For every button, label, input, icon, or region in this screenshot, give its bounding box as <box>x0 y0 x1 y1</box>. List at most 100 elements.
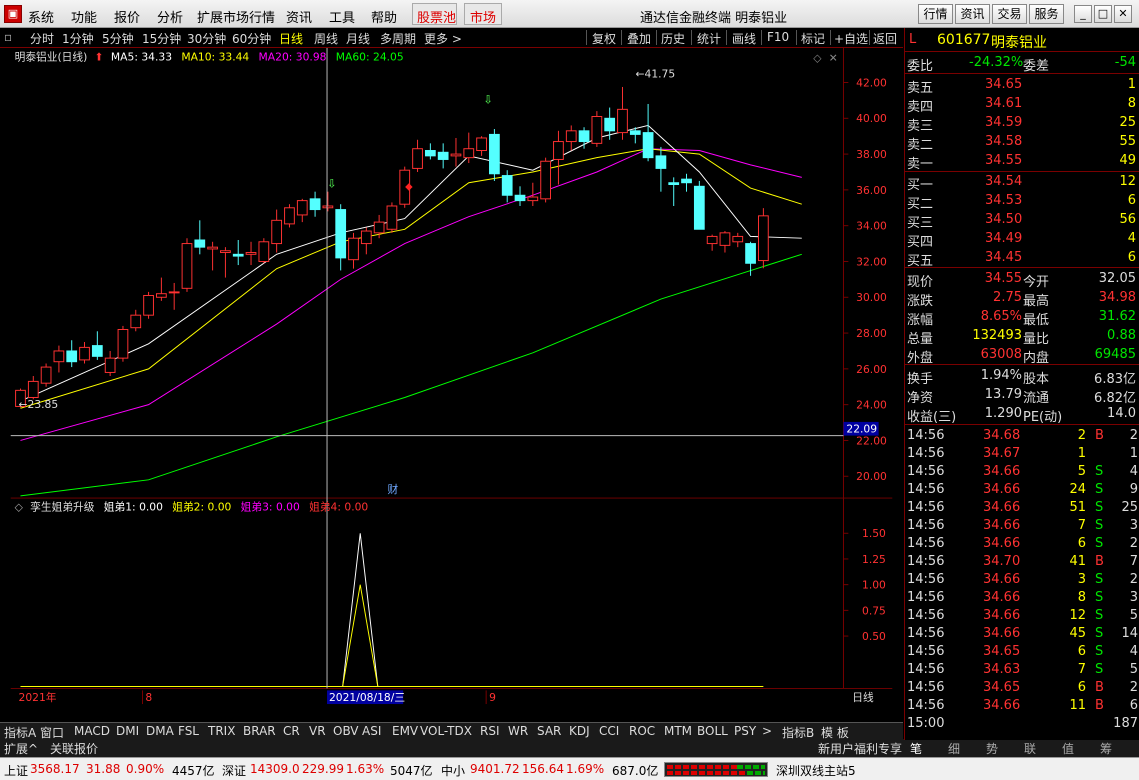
price-tick-label: 28.00 <box>856 327 887 340</box>
action-history[interactable]: 历史 <box>661 30 685 47</box>
menu-analysis[interactable]: 分析 <box>157 7 183 26</box>
action-draw[interactable]: 画线 <box>732 30 756 47</box>
indicator-tab[interactable]: EMV <box>392 724 418 738</box>
action-stats[interactable]: 统计 <box>697 30 721 47</box>
order-volume: 4 <box>1127 231 1136 246</box>
period-5min[interactable]: 5分钟 <box>102 30 134 47</box>
indicator-tab[interactable]: DMA <box>146 724 174 738</box>
menu-quote[interactable]: 报价 <box>114 7 140 26</box>
kline-chart[interactable]: 42.00 40.00 38.00 36.00 34.00 32.00 30.00 28.00… <box>0 48 903 706</box>
diamond-icon[interactable]: ◇ <box>813 52 822 65</box>
indicator-tab[interactable]: ROC <box>629 724 655 738</box>
indicator-tab[interactable]: CCI <box>599 724 619 738</box>
candle <box>565 125 577 151</box>
period-multi[interactable]: 多周期 <box>380 30 416 47</box>
indicator-tab[interactable]: MTM <box>664 724 692 738</box>
indicator-gear-icon[interactable]: ◇ <box>15 501 24 514</box>
detail-tab[interactable]: 值 <box>1062 740 1074 757</box>
detail-tab[interactable]: 笔 <box>910 740 922 757</box>
indicator-tab[interactable]: RSI <box>480 724 500 738</box>
maximize-icon[interactable]: □ <box>1094 5 1112 23</box>
indicator-tab[interactable]: PSY <box>734 724 756 738</box>
panel-close-icon[interactable]: ✕ <box>829 52 838 65</box>
period-30min[interactable]: 30分钟 <box>187 30 226 47</box>
related-quote[interactable]: 关联报价 <box>50 740 98 757</box>
candle <box>220 247 231 278</box>
indicator-tab[interactable]: FSL <box>178 724 199 738</box>
indicator-tab[interactable]: WR <box>508 724 528 738</box>
indicator-tab[interactable]: ASI <box>362 724 381 738</box>
action-f10[interactable]: F10 <box>767 30 789 44</box>
menu-system[interactable]: 系统 <box>28 7 54 26</box>
candle <box>604 107 616 140</box>
indicator-tab[interactable]: TRIX <box>208 724 235 738</box>
bids-row[interactable]: 买三 34.50 56 <box>905 211 1139 231</box>
indicator-tab[interactable]: KDJ <box>569 724 590 738</box>
period-intraday[interactable]: 分时 <box>30 30 54 47</box>
indicator-tab[interactable]: VR <box>309 724 326 738</box>
quote-button[interactable]: 行情 <box>918 4 953 24</box>
new-user-promo[interactable]: 新用户福利专享 <box>818 740 902 757</box>
action-mark[interactable]: 标记 <box>801 30 825 47</box>
asks-row[interactable]: 卖三 34.59 25 <box>905 114 1139 134</box>
detail-tab[interactable]: 势 <box>986 740 998 757</box>
period-60min[interactable]: 60分钟 <box>232 30 271 47</box>
period-monthly[interactable]: 月线 <box>346 30 370 47</box>
action-adjust[interactable]: 复权 <box>592 30 616 47</box>
period-weekly[interactable]: 周线 <box>314 30 338 47</box>
menu-ext-market[interactable]: 扩展市场行情 <box>197 7 275 26</box>
minimize-icon[interactable]: _ <box>1074 5 1092 23</box>
indicator-tab[interactable]: BOLL <box>697 724 728 738</box>
indicator-tab[interactable]: BRAR <box>243 724 276 738</box>
indicator-tick-label: 0.75 <box>862 604 886 617</box>
detail-tab[interactable]: 筹 <box>1100 740 1112 757</box>
indicator-tab[interactable]: > <box>762 724 772 738</box>
bids-row[interactable]: 买二 34.53 6 <box>905 192 1139 212</box>
period-daily[interactable]: 日线 <box>279 30 303 47</box>
bids-row[interactable]: 买四 34.49 4 <box>905 230 1139 250</box>
action-add-watchlist[interactable]: +自选 <box>834 30 868 47</box>
asks-row[interactable]: 卖四 34.61 8 <box>905 95 1139 115</box>
asks-row[interactable]: 卖二 34.58 55 <box>905 133 1139 153</box>
menu-stock-pool[interactable]: 股票池 <box>417 7 456 26</box>
menu-market[interactable]: 市场 <box>470 7 496 26</box>
candle <box>489 129 500 181</box>
menu-news[interactable]: 资讯 <box>286 7 312 26</box>
service-button[interactable]: 服务 <box>1029 4 1064 24</box>
news-button[interactable]: 资讯 <box>955 4 990 24</box>
period-1min[interactable]: 1分钟 <box>62 30 94 47</box>
candle-body <box>450 153 462 157</box>
indicator-tab[interactable]: OBV <box>333 724 359 738</box>
action-overlay[interactable]: 叠加 <box>627 30 651 47</box>
ext-toggle[interactable]: 扩展^ <box>4 740 38 757</box>
candle <box>732 232 744 248</box>
candle <box>271 209 283 253</box>
action-back[interactable]: 返回 <box>873 30 897 47</box>
indicator-tab[interactable]: SAR <box>537 724 561 738</box>
price-tick-label: 36.00 <box>856 184 887 197</box>
server-name[interactable]: 深圳双线主站5 <box>776 762 856 779</box>
bids-row[interactable]: 买一 34.54 12 <box>905 173 1139 193</box>
indicator-tab[interactable]: VOL-TDX <box>420 724 472 738</box>
stat-row: 现价 34.55 今开 32.05 <box>907 271 1136 290</box>
indicator-tab[interactable]: DMI <box>116 724 139 738</box>
indicator-tab[interactable]: MACD <box>74 724 110 738</box>
menu-tools[interactable]: 工具 <box>329 7 355 26</box>
close-icon[interactable]: ✕ <box>1114 5 1132 23</box>
bids-row[interactable]: 买五 34.45 6 <box>905 249 1139 269</box>
financial-marker[interactable]: 财 <box>388 483 399 496</box>
candle <box>591 111 603 147</box>
trade-button[interactable]: 交易 <box>992 4 1027 24</box>
period-more[interactable]: 更多 > <box>424 30 462 47</box>
menu-function[interactable]: 功能 <box>71 7 97 26</box>
app-icon[interactable]: ▣ <box>4 5 22 23</box>
asks-row[interactable]: 卖五 34.65 1 <box>905 76 1139 96</box>
asks-row[interactable]: 卖一 34.55 49 <box>905 152 1139 172</box>
candle-body <box>66 350 78 363</box>
indicator-tab[interactable]: CR <box>283 724 300 738</box>
menu-help[interactable]: 帮助 <box>371 7 397 26</box>
detail-tab[interactable]: 联 <box>1024 740 1036 757</box>
period-15min[interactable]: 15分钟 <box>142 30 181 47</box>
price-tick-label: 20.00 <box>856 470 887 483</box>
detail-tab[interactable]: 细 <box>948 740 960 757</box>
